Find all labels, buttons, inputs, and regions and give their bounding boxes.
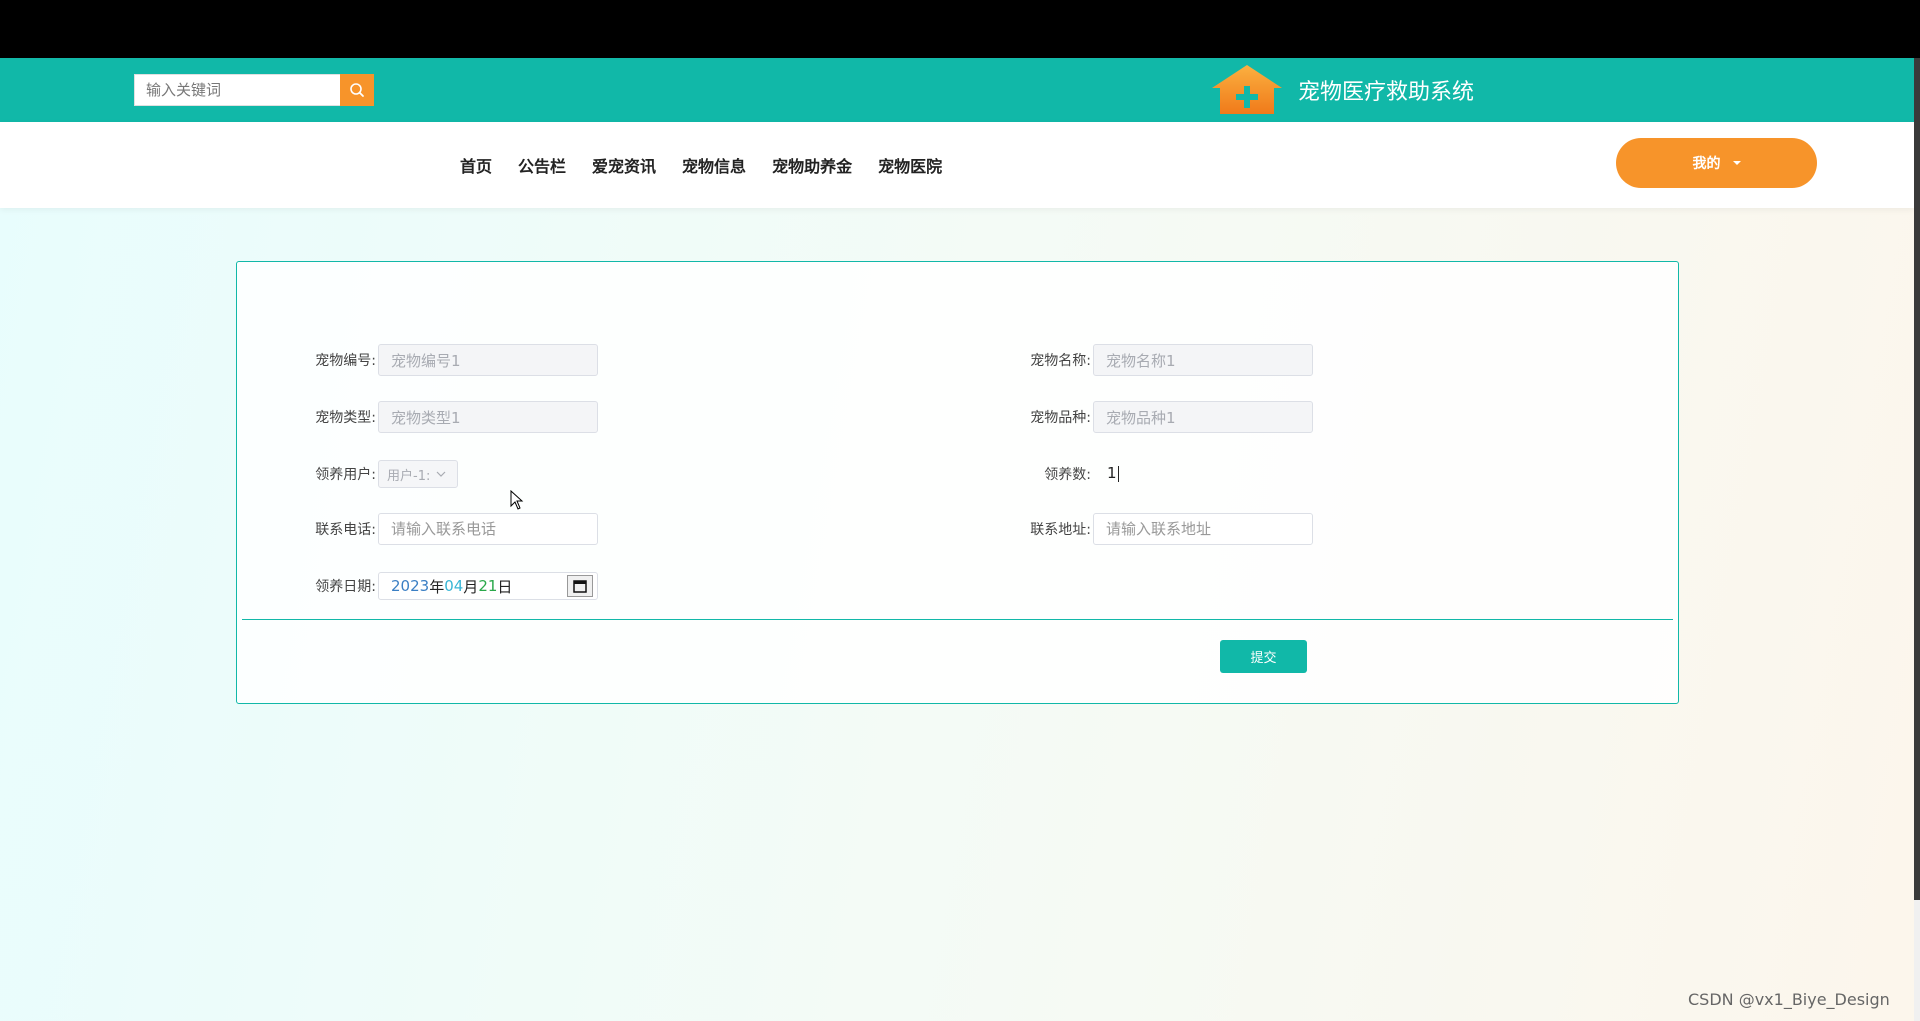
chevron-down-icon: [436, 471, 446, 477]
address-label: 联系地址:: [1030, 522, 1091, 538]
pet-code-value: 宠物编号1: [391, 351, 461, 370]
submit-button[interactable]: 提交: [1220, 640, 1307, 673]
search-bar: [134, 74, 374, 106]
date-month: 04: [444, 577, 464, 595]
adopt-count-value[interactable]: 1: [1107, 464, 1119, 482]
search-input[interactable]: [134, 74, 340, 106]
nav-item-pet-news[interactable]: 爱宠资讯: [592, 153, 656, 177]
scrollbar-thumb[interactable]: [1914, 58, 1920, 900]
site-title: 宠物医疗救助系统: [1298, 80, 1475, 105]
scrollbar-track: [1914, 900, 1920, 1021]
date-month-unit: 月: [463, 577, 479, 596]
pet-code-field: 宠物编号1: [378, 344, 598, 376]
form-divider: [242, 619, 1673, 620]
mouse-pointer-icon: [510, 490, 524, 510]
nav-item-home[interactable]: 首页: [460, 153, 492, 177]
pet-type-value: 宠物类型1: [391, 408, 461, 427]
adoption-form-card: 宠物编号1 宠物名称1 宠物类型1 宠物品种1 用户-1: 1 2023年04月…: [236, 261, 1679, 704]
pet-type-label: 宠物类型:: [315, 410, 376, 426]
adopt-count-label: 领养数:: [1044, 467, 1091, 483]
screen-top-bar: [0, 0, 1920, 58]
date-year: 2023: [391, 577, 430, 595]
watermark: CSDN @vx1_Biye_Design: [1688, 990, 1890, 1009]
main-nav: 首页 公告栏 爱宠资讯 宠物信息 宠物助养金 宠物医院 我的: [0, 122, 1914, 208]
adopt-user-value: 用户-1:: [387, 468, 431, 484]
pet-name-field: 宠物名称1: [1093, 344, 1313, 376]
phone-label: 联系电话:: [315, 522, 376, 538]
date-day: 21: [478, 577, 498, 595]
calendar-icon: [573, 580, 587, 593]
search-icon: [350, 83, 364, 97]
header: 宠物医疗救助系统: [0, 58, 1914, 122]
adopt-date-input[interactable]: 2023 年 04 月 21 日: [378, 572, 598, 600]
nav-item-pet-hospital[interactable]: 宠物医院: [878, 153, 942, 177]
page: 宠物医疗救助系统 首页 公告栏 爱宠资讯 宠物信息 宠物助养金 宠物医院 我的 …: [0, 58, 1914, 1021]
adopt-user-select[interactable]: 用户-1:: [378, 460, 458, 488]
address-input[interactable]: [1093, 513, 1313, 545]
house-plus-logo-icon: [1212, 65, 1282, 114]
pet-code-label: 宠物编号:: [315, 353, 376, 369]
phone-input[interactable]: [378, 513, 598, 545]
pet-breed-value: 宠物品种1: [1106, 408, 1176, 427]
caret-down-icon: [1732, 161, 1741, 165]
pet-breed-label: 宠物品种:: [1030, 410, 1091, 426]
adopt-user-label: 领养用户:: [315, 467, 376, 483]
search-button[interactable]: [340, 74, 374, 106]
nav-item-pet-fund[interactable]: 宠物助养金: [772, 153, 852, 177]
pet-breed-field: 宠物品种1: [1093, 401, 1313, 433]
nav-item-notice-board[interactable]: 公告栏: [518, 153, 566, 177]
pet-type-field: 宠物类型1: [378, 401, 598, 433]
date-year-unit: 年: [429, 577, 445, 596]
adopt-date-label: 领养日期:: [315, 579, 376, 595]
calendar-button[interactable]: [567, 575, 593, 597]
nav-item-pet-info[interactable]: 宠物信息: [682, 153, 746, 177]
my-account-label: 我的: [1692, 156, 1721, 172]
brand: 宠物医疗救助系统: [1208, 62, 1474, 118]
pet-name-value: 宠物名称1: [1106, 351, 1176, 370]
date-day-unit: 日: [497, 577, 513, 596]
pet-name-label: 宠物名称:: [1030, 353, 1091, 369]
my-account-dropdown[interactable]: 我的: [1616, 138, 1817, 188]
